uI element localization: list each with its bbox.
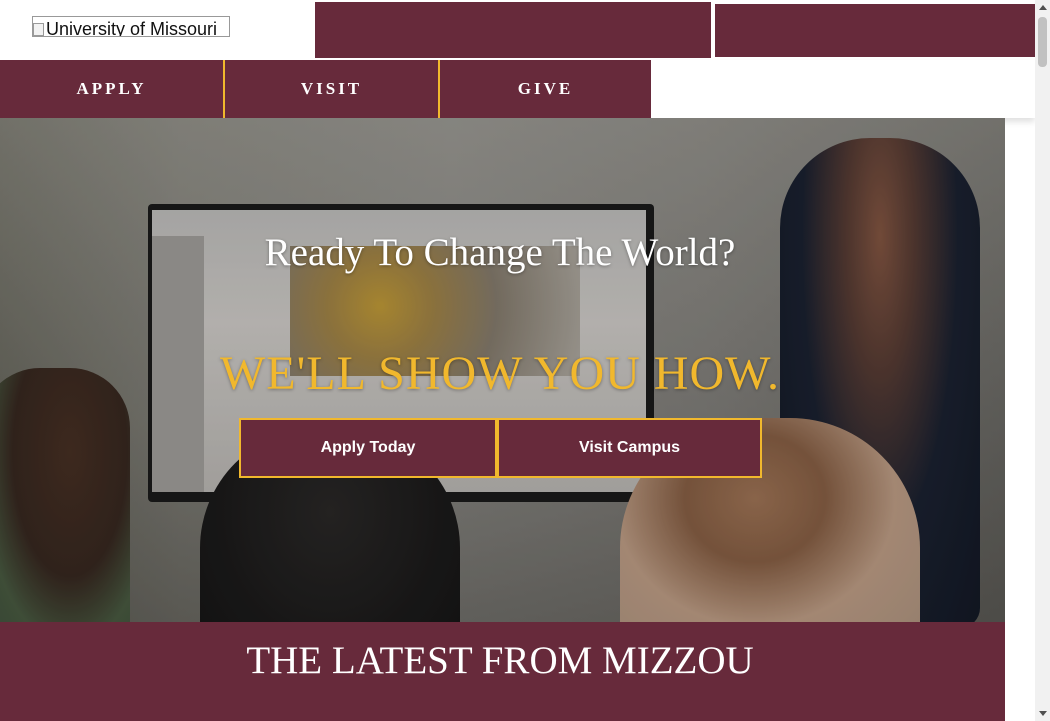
hero-banner: Ready To Change The World? WE'LL SHOW YO… xyxy=(0,118,1005,622)
apply-today-button[interactable]: Apply Today xyxy=(239,418,497,478)
visit-campus-button[interactable]: Visit Campus xyxy=(497,418,762,478)
scroll-down-arrow-icon[interactable] xyxy=(1035,706,1050,721)
hero-title: Ready To Change The World? xyxy=(264,231,736,274)
scrollbar-thumb[interactable] xyxy=(1038,17,1047,67)
scroll-up-arrow-icon[interactable] xyxy=(1035,0,1050,15)
logo-alt-text: University of Missouri xyxy=(46,19,218,37)
latest-section: THE LATEST FROM MIZZOU xyxy=(0,622,1005,721)
nav-spacer xyxy=(651,60,1035,118)
header-utility-box xyxy=(315,2,711,58)
university-logo[interactable]: University of Missouri xyxy=(32,16,230,37)
nav-apply[interactable]: APPLY xyxy=(0,60,223,118)
header-search-box xyxy=(715,4,1035,57)
vertical-scrollbar[interactable] xyxy=(1035,0,1050,721)
latest-section-title: THE LATEST FROM MIZZOU xyxy=(246,639,754,682)
broken-image-icon xyxy=(33,23,44,36)
hero-subtitle: WE'LL SHOW YOU HOW. xyxy=(219,347,781,400)
main-nav: APPLY VISIT GIVE xyxy=(0,60,651,118)
nav-visit[interactable]: VISIT xyxy=(223,60,438,118)
nav-give[interactable]: GIVE xyxy=(438,60,651,118)
page: University of Missouri APPLY VISIT GIVE … xyxy=(0,0,1035,721)
site-header: University of Missouri APPLY VISIT GIVE xyxy=(0,0,1035,118)
